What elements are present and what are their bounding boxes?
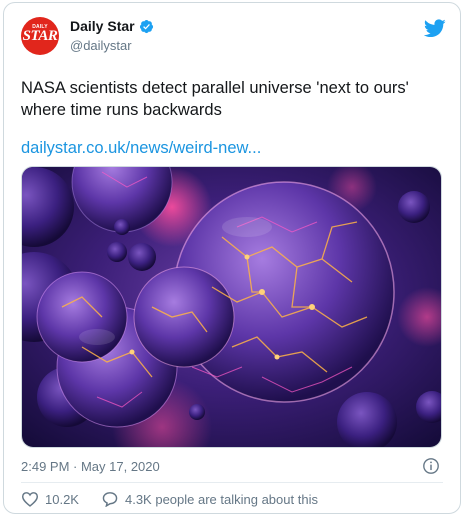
tweet-media-image[interactable] <box>21 166 442 448</box>
display-name[interactable]: Daily Star <box>70 18 135 34</box>
tweet-text: NASA scientists detect parallel universe… <box>21 79 409 119</box>
heart-icon[interactable] <box>21 491 39 507</box>
handle[interactable]: @dailystar <box>70 38 132 53</box>
tweet-timestamp[interactable]: 2:49 PM · May 17, 2020 <box>21 459 160 474</box>
like-action[interactable]: 10.2K <box>21 491 79 507</box>
tweet-actions: 10.2K 4.3K people are talking about this <box>21 491 340 507</box>
info-icon[interactable] <box>422 457 440 475</box>
avatar[interactable]: DAILY STAR <box>21 17 59 55</box>
reply-action[interactable]: 4.3K people are talking about this <box>101 491 318 507</box>
avatar-logo-main: STAR <box>22 28 58 44</box>
twitter-bird-icon[interactable] <box>424 19 446 38</box>
divider <box>21 482 443 483</box>
verified-badge-icon <box>139 19 153 33</box>
talking-count: 4.3K people are talking about this <box>124 491 318 507</box>
tweet-card[interactable]: DAILY STAR Daily Star @dailystar NASA sc… <box>3 2 461 514</box>
universe-bubbles-image <box>22 167 441 447</box>
name-row: Daily Star <box>70 18 154 34</box>
speech-bubble-icon[interactable] <box>101 491 119 507</box>
tweet-link[interactable]: dailystar.co.uk/news/weird-new... <box>21 137 261 159</box>
like-count: 10.2K <box>45 491 79 507</box>
